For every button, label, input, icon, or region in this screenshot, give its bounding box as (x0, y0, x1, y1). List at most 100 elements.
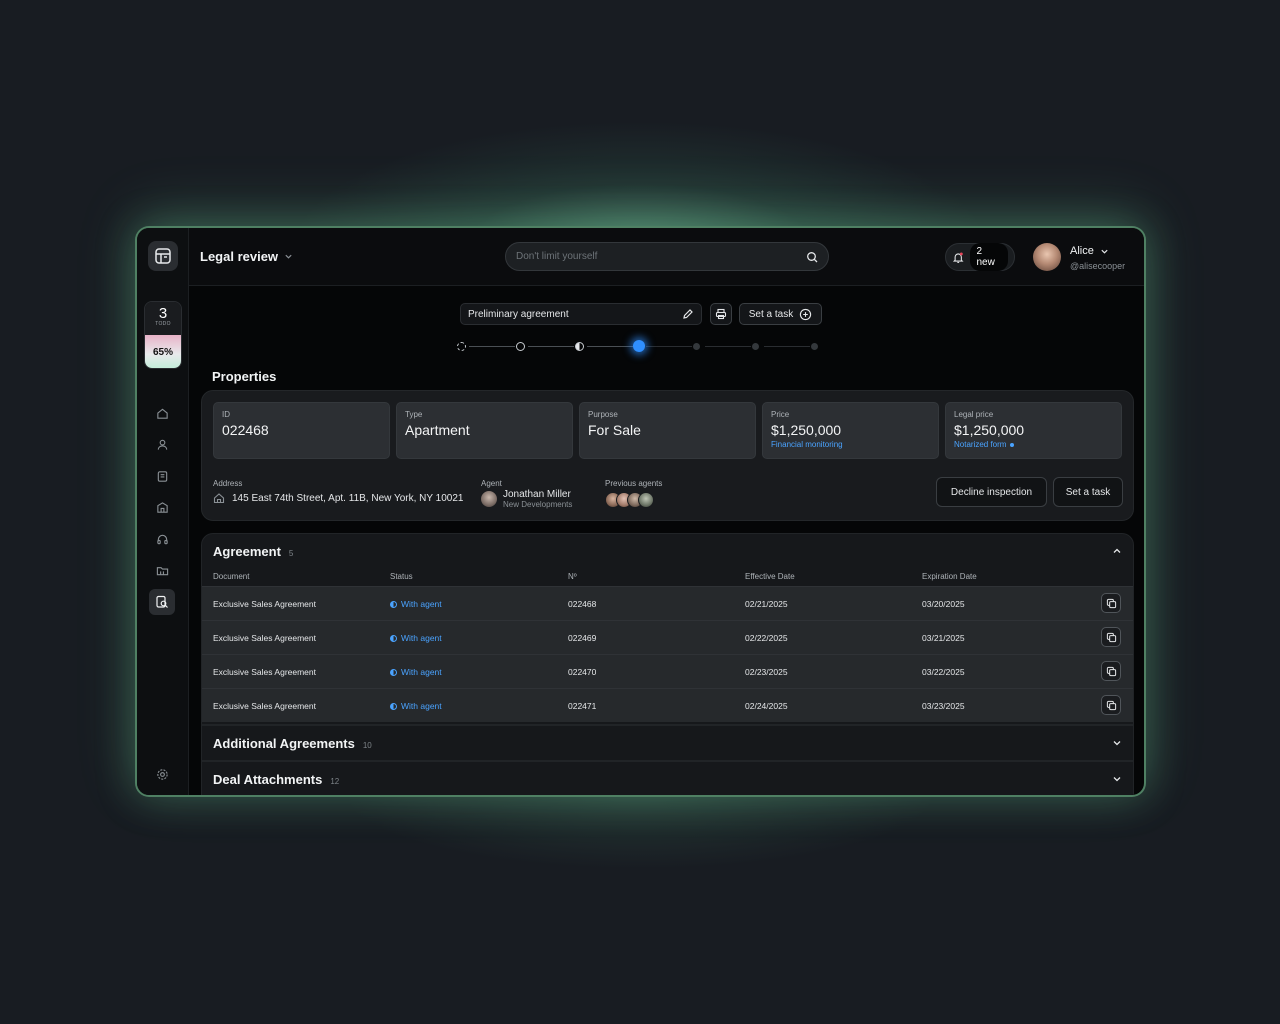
agreement-header[interactable]: Agreement 5 (213, 544, 293, 559)
step-4-active[interactable] (633, 340, 645, 352)
cell-expiration-date: 03/21/2025 (922, 633, 965, 643)
todo-progress: 65% (145, 335, 181, 368)
document-select-value: Preliminary agreement (468, 308, 569, 320)
agreement-title: Agreement (213, 544, 281, 559)
user-name: Alice (1070, 245, 1094, 257)
previous-agents-avatars[interactable] (605, 492, 654, 508)
properties-panel: ID 022468 Type Apartment Purpose For Sal… (201, 390, 1134, 521)
user-handle: @alisecooper (1070, 261, 1126, 271)
chevron-up-icon[interactable] (1111, 545, 1123, 557)
cell-expiration-date: 03/20/2025 (922, 599, 965, 609)
todo-card[interactable]: 3 TODO 65% (144, 301, 182, 369)
table-row[interactable]: Exclusive Sales Agreement With agent 022… (202, 586, 1133, 620)
user-icon[interactable] (151, 433, 173, 455)
gear-icon[interactable] (151, 763, 173, 785)
main-content: Preliminary agreement Set a task Propert… (189, 286, 1144, 795)
notarized-form-link[interactable]: Notarized form (954, 440, 1113, 449)
status-text: With agent (401, 701, 442, 711)
set-task-label: Set a task (748, 308, 794, 320)
deal-attachments-header[interactable]: Deal Attachments 12 (213, 772, 339, 787)
column-document: Document (213, 572, 250, 581)
plus-circle-icon (800, 308, 812, 320)
headset-icon[interactable] (151, 528, 173, 550)
page-title[interactable]: Legal review (200, 249, 293, 264)
user-menu[interactable]: Alice (1070, 245, 1109, 257)
address-value: 145 East 74th Street, Apt. 11B, New York… (213, 492, 463, 504)
copy-button[interactable] (1101, 627, 1121, 647)
financial-monitoring-link[interactable]: Financial monitoring (771, 440, 930, 449)
document-select[interactable]: Preliminary agreement (460, 303, 702, 325)
agreement-section: Agreement 5 Document Status Nº Effective… (201, 533, 1134, 725)
cell-number: 022469 (568, 633, 597, 643)
agent-info[interactable]: Jonathan Miller New Developments (481, 489, 572, 509)
status-text: With agent (401, 633, 442, 643)
cell-status: With agent (390, 633, 442, 643)
avatar[interactable] (1033, 243, 1061, 271)
pencil-icon[interactable] (682, 308, 694, 320)
copy-button[interactable] (1101, 695, 1121, 715)
cell-status: With agent (390, 599, 442, 609)
set-task-button[interactable]: Set a task (739, 303, 822, 325)
properties-title: Properties (212, 369, 277, 384)
search-input[interactable] (516, 251, 806, 262)
address-label: Address (213, 479, 243, 488)
logo-icon[interactable] (148, 241, 178, 271)
search-icon[interactable] (806, 251, 818, 263)
step-1[interactable] (457, 342, 466, 351)
document-icon[interactable] (151, 465, 173, 487)
copy-icon (1106, 700, 1116, 710)
step-connector (764, 346, 810, 347)
additional-agreements-section[interactable]: Additional Agreements 10 (201, 725, 1134, 761)
property-card-price: Price $1,250,000 Financial monitoring (762, 402, 939, 459)
step-connector (705, 346, 751, 347)
deal-attachments-count: 12 (330, 777, 340, 786)
copy-button[interactable] (1101, 593, 1121, 613)
property-value: 022468 (222, 422, 269, 438)
notifications-button[interactable]: 2 new (945, 243, 1015, 271)
table-row[interactable]: Exclusive Sales Agreement With agent 022… (202, 620, 1133, 654)
half-circle-icon (390, 702, 397, 710)
step-5[interactable] (693, 343, 700, 350)
table-row[interactable]: Exclusive Sales Agreement With agent 022… (202, 654, 1133, 688)
additional-agreements-count: 10 (362, 741, 372, 750)
property-value: $1,250,000 (771, 422, 842, 438)
chevron-down-icon[interactable] (1111, 773, 1123, 785)
agent-role: New Developments (503, 500, 573, 509)
additional-agreements-title: Additional Agreements (213, 736, 355, 751)
chevron-down-icon[interactable] (1111, 737, 1123, 749)
property-card-id: ID 022468 (213, 402, 390, 459)
step-7[interactable] (811, 343, 818, 350)
print-button[interactable] (710, 303, 732, 325)
half-circle-icon (390, 668, 397, 676)
cell-effective-date: 02/23/2025 (745, 667, 788, 677)
status-text: With agent (401, 599, 442, 609)
column-effective-date: Effective Date (745, 572, 795, 581)
additional-agreements-header[interactable]: Additional Agreements 10 (213, 736, 372, 751)
agent-avatar (481, 491, 497, 507)
topbar: Legal review 2 new Alice @alisecooper (189, 228, 1144, 286)
agreement-count: 5 (288, 549, 294, 558)
agent-label: Agent (481, 479, 502, 488)
printer-icon (715, 308, 727, 320)
step-3[interactable] (575, 342, 584, 351)
cell-expiration-date: 03/23/2025 (922, 701, 965, 711)
property-label: ID (222, 410, 230, 419)
notifications-count: 2 new (970, 243, 1008, 271)
step-2[interactable] (516, 342, 525, 351)
set-task-button-panel[interactable]: Set a task (1053, 477, 1123, 507)
property-value: Apartment (405, 422, 470, 438)
cell-effective-date: 02/21/2025 (745, 599, 788, 609)
folder-icon[interactable] (151, 559, 173, 581)
step-6[interactable] (752, 343, 759, 350)
building-icon[interactable] (151, 496, 173, 518)
progress-stepper (457, 339, 827, 355)
search-bar[interactable] (505, 242, 829, 271)
table-row[interactable]: Exclusive Sales Agreement With agent 022… (202, 688, 1133, 722)
contract-search-icon[interactable] (149, 589, 175, 615)
home-icon[interactable] (151, 402, 173, 424)
copy-button[interactable] (1101, 661, 1121, 681)
decline-inspection-button[interactable]: Decline inspection (936, 477, 1047, 507)
deal-attachments-section[interactable]: Deal Attachments 12 (201, 761, 1134, 795)
step-connector (469, 346, 515, 347)
cell-document: Exclusive Sales Agreement (213, 599, 316, 609)
